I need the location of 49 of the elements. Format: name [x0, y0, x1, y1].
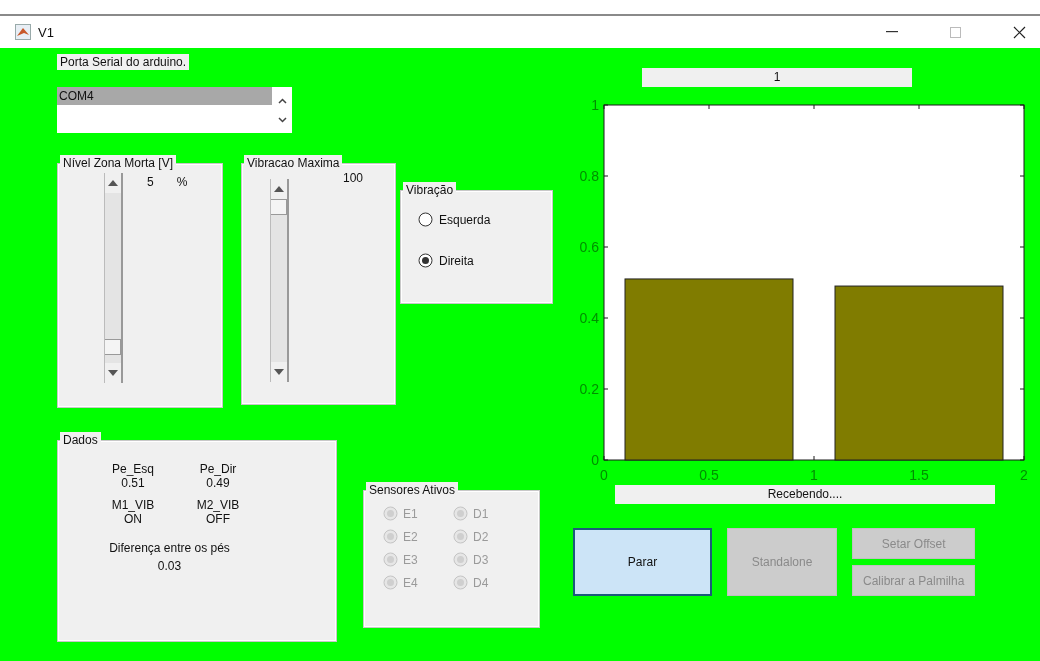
close-icon[interactable] [1013, 25, 1026, 39]
x-tick-label: 0.5 [699, 467, 719, 483]
value-text: 100 [343, 171, 364, 185]
x-tick-label: 1.5 [909, 467, 929, 483]
down-arrow-icon[interactable] [274, 369, 284, 375]
radio-label[interactable]: Esquerda [439, 212, 491, 227]
panel-title: Vibração [403, 182, 457, 198]
app-icon [15, 24, 31, 40]
value-text: 5 [147, 175, 154, 189]
x-tick-label: 0 [600, 467, 608, 483]
reading-label: Pe_Dir [199, 462, 237, 476]
slider-thumb[interactable] [271, 199, 287, 215]
down-arrow-icon[interactable] [108, 370, 118, 376]
y-tick-label: 0.2 [579, 381, 599, 397]
radio-button[interactable] [418, 253, 433, 268]
panel-title: Nível Zona Morta [V] [60, 155, 177, 171]
y-tick-label: 1 [591, 97, 599, 113]
radio-button[interactable] [418, 212, 433, 227]
serial-port-label: Porta Serial do arduino. [57, 54, 190, 70]
list-item[interactable]: COM4 [57, 87, 272, 105]
up-arrow-icon[interactable] [274, 186, 284, 192]
y-tick-label: 0 [591, 452, 599, 468]
status-field: Recebendo.... [615, 485, 995, 504]
difference-value: 0.03 [157, 559, 182, 573]
reading-value: 0.51 [121, 476, 145, 490]
reading-value: ON [124, 512, 142, 526]
up-chevron-icon[interactable] [277, 97, 287, 104]
chart-title-field: 1 [642, 68, 912, 87]
reading-label: M2_VIB [196, 498, 240, 512]
action-button[interactable]: Parar [573, 528, 712, 596]
unit-text: % [176, 175, 188, 189]
slider-thumb[interactable] [105, 339, 121, 356]
radio-label[interactable]: Direita [439, 253, 474, 268]
window-title: V1 [38, 24, 54, 40]
x-tick-label: 2 [1020, 467, 1028, 483]
y-tick-label: 0.8 [579, 168, 599, 184]
y-tick-label: 0.6 [579, 239, 599, 255]
x-tick-label: 1 [810, 467, 818, 483]
reading-value: OFF [206, 512, 230, 526]
reading-value: 0.49 [206, 476, 230, 490]
reading-label: M1_VIB [111, 498, 155, 512]
y-tick-label: 0.4 [579, 310, 599, 326]
difference-label: Diferença entre os pés [109, 541, 230, 555]
minimize-icon[interactable] [886, 31, 898, 33]
down-chevron-icon[interactable] [277, 116, 287, 123]
maximize-icon[interactable] [950, 26, 961, 38]
reading-label: Pe_Esq [112, 462, 154, 476]
up-arrow-icon[interactable] [108, 180, 118, 186]
port-list[interactable]: COM4 [57, 87, 292, 133]
